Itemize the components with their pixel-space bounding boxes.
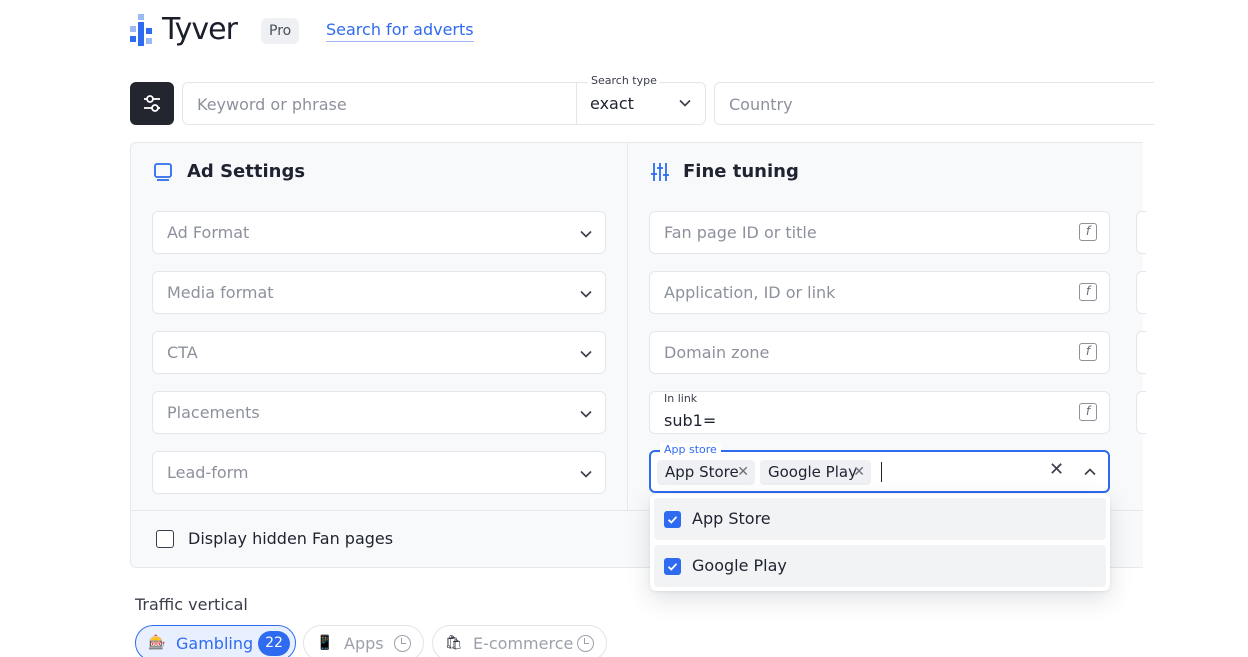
sliders-icon: [144, 95, 160, 112]
third-column-field[interactable]: [1136, 271, 1146, 314]
function-icon[interactable]: f: [1079, 403, 1097, 421]
third-column-field[interactable]: [1136, 331, 1146, 374]
cta-select[interactable]: CTA: [152, 331, 606, 374]
fine-tuning-title: Fine tuning: [683, 161, 799, 182]
placements-select[interactable]: Placements: [152, 391, 606, 434]
chip-google-play: Google Play ✕: [760, 460, 871, 485]
domain-zone-placeholder: Domain zone: [664, 343, 770, 362]
function-icon[interactable]: f: [1079, 283, 1097, 301]
vertical-label: E-commerce: [473, 634, 574, 653]
clock-icon: [394, 635, 411, 652]
application-input[interactable]: Application, ID or link f: [649, 271, 1110, 314]
lead-form-select[interactable]: Lead-form: [152, 451, 606, 494]
chevron-up-icon[interactable]: [1083, 465, 1097, 479]
chevron-down-icon: [580, 290, 592, 298]
vertical-label: Apps: [344, 634, 384, 653]
option-google-play[interactable]: Google Play: [654, 545, 1106, 587]
chip-label: App Store: [665, 463, 739, 481]
cta-placeholder: CTA: [167, 343, 198, 362]
filters-button[interactable]: [130, 82, 174, 125]
option-app-store[interactable]: App Store: [654, 498, 1106, 540]
domain-zone-input[interactable]: Domain zone f: [649, 331, 1110, 374]
function-icon[interactable]: f: [1079, 223, 1097, 241]
hidden-fan-pages-checkbox[interactable]: [156, 530, 174, 548]
hidden-fan-pages-label[interactable]: Display hidden Fan pages: [188, 529, 393, 548]
vertical-apps[interactable]: 📱 Apps: [303, 625, 424, 657]
third-column-field[interactable]: [1136, 211, 1146, 254]
traffic-vertical-label: Traffic vertical: [135, 595, 248, 614]
ad-format-select[interactable]: Ad Format: [152, 211, 606, 254]
in-link-input[interactable]: In link sub1= f: [649, 391, 1110, 434]
vertical-ecommerce[interactable]: 🛍 E-commerce: [432, 625, 607, 657]
fan-page-input[interactable]: Fan page ID or title f: [649, 211, 1110, 254]
logo-mark-icon: [130, 14, 156, 46]
search-type-label: Search type: [588, 74, 660, 87]
placements-placeholder: Placements: [167, 403, 260, 422]
divider: [576, 83, 577, 124]
clear-icon[interactable]: ✕: [1049, 459, 1064, 480]
text-caret: [881, 462, 882, 482]
panel-divider: [627, 143, 628, 510]
in-link-label: In link: [664, 392, 698, 405]
chip-label: Google Play: [768, 463, 857, 481]
function-icon[interactable]: f: [1079, 343, 1097, 361]
phone-icon: 📱: [316, 635, 334, 651]
chevron-down-icon[interactable]: [678, 96, 692, 110]
remove-chip-icon[interactable]: ✕: [853, 460, 865, 485]
checkbox-checked[interactable]: [664, 558, 681, 575]
app-store-dropdown: App Store Google Play: [650, 494, 1110, 591]
check-icon: [667, 516, 678, 524]
media-format-select[interactable]: Media format: [152, 271, 606, 314]
application-placeholder: Application, ID or link: [664, 283, 836, 302]
brand-name: Tyver: [162, 12, 238, 47]
clock-icon: [577, 635, 594, 652]
option-label: App Store: [692, 509, 771, 528]
brand-logo[interactable]: Tyver: [130, 12, 238, 47]
chevron-down-icon: [580, 410, 592, 418]
media-format-placeholder: Media format: [167, 283, 274, 302]
fan-page-placeholder: Fan page ID or title: [664, 223, 817, 242]
pro-badge: Pro: [261, 18, 300, 44]
third-column-field[interactable]: [1136, 391, 1146, 434]
lead-form-placeholder: Lead-form: [167, 463, 249, 482]
chevron-down-icon: [580, 470, 592, 478]
remove-chip-icon[interactable]: ✕: [737, 460, 749, 485]
ad-settings-title: Ad Settings: [187, 161, 306, 182]
ad-format-placeholder: Ad Format: [167, 223, 250, 242]
search-type-select[interactable]: exact: [590, 94, 634, 113]
vertical-gambling[interactable]: 🎰 Gambling 22: [135, 625, 296, 657]
ad-settings-icon: [154, 163, 172, 181]
keyword-input[interactable]: Keyword or phrase: [197, 95, 347, 114]
country-select[interactable]: Country: [714, 82, 1154, 125]
option-label: Google Play: [692, 556, 787, 575]
chip-app-store: App Store ✕: [657, 460, 755, 485]
tuning-sliders-icon: [651, 163, 669, 181]
country-placeholder: Country: [729, 95, 793, 114]
app-store-multiselect[interactable]: App Store ✕ Google Play ✕ ✕: [649, 450, 1110, 493]
count-badge: 22: [258, 631, 290, 656]
in-link-value: sub1=: [664, 411, 717, 430]
vertical-label: Gambling: [176, 634, 254, 653]
slot-machine-icon: 🎰: [148, 635, 166, 651]
checkbox-checked[interactable]: [664, 511, 681, 528]
chevron-down-icon: [580, 230, 592, 238]
app-store-label: App store: [660, 443, 721, 456]
shopping-bags-icon: 🛍: [445, 635, 463, 651]
search-adverts-link[interactable]: Search for adverts: [326, 20, 474, 42]
check-icon: [667, 563, 678, 571]
chevron-down-icon: [580, 350, 592, 358]
